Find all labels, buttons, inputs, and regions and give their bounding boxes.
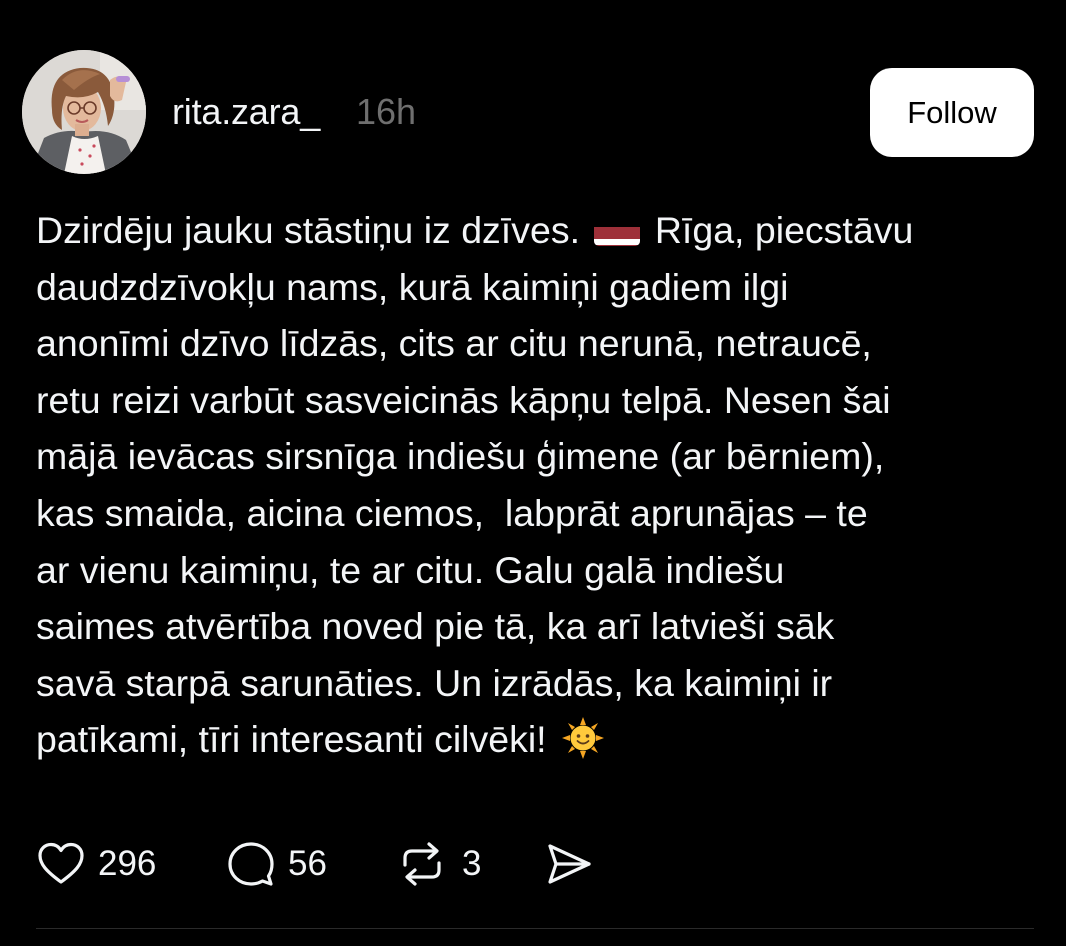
post-text-line: saimes atvērtība noved pie tā, ka arī la… xyxy=(36,605,835,648)
post-divider xyxy=(36,928,1034,929)
post-text-line: mājā ievācas sirsnīga indiešu ģimene (ar… xyxy=(36,435,885,478)
repost-count: 3 xyxy=(462,844,482,883)
repost-button[interactable]: 3 xyxy=(394,836,481,892)
like-button[interactable]: 296 xyxy=(36,836,156,892)
share-button[interactable] xyxy=(544,836,594,892)
post-text-line-11: patīkami, tīri interesanti cilvēki! xyxy=(36,718,547,761)
post-timestamp: 16h xyxy=(356,91,417,132)
reply-button[interactable]: 56 xyxy=(226,836,327,892)
latvia-flag-emoji xyxy=(594,216,641,246)
post-text-line: daudzdzīvokļu nams, kurā kaimiņi gadiem … xyxy=(36,265,789,308)
post-text-line-1a: Dzirdēju jauku stāstiņu iz dzīves. xyxy=(36,209,580,251)
avatar[interactable] xyxy=(22,50,146,174)
post-text-line: anonīmi dzīvo līdzās, cits ar citu nerun… xyxy=(36,322,872,365)
post-text-line: retu reizi varbūt sasveicinās kāpņu telp… xyxy=(36,378,891,421)
flag-icon xyxy=(594,227,641,246)
comment-bubble-icon xyxy=(228,842,274,886)
thread-post: rita.zara_ 16h Follow Dzirdēju jauku stā… xyxy=(0,0,1066,946)
reply-count: 56 xyxy=(288,844,327,883)
post-text-line: savā starpā sarunāties. Un izrādās, ka k… xyxy=(36,661,833,704)
avatar-photo xyxy=(22,50,146,174)
post-text-line: patīkami, tīri interesanti cilvēki! xyxy=(36,711,1036,768)
repost-arrows-icon xyxy=(403,842,441,886)
post-text-line-1b: Rīga, piecstāvu xyxy=(654,209,914,251)
follow-button[interactable]: Follow xyxy=(870,68,1034,157)
post-text: Dzirdēju jauku stāstiņu iz dzīves. Rīga,… xyxy=(36,202,1036,768)
paper-plane-icon xyxy=(548,844,591,884)
post-actions: 296 56 3 xyxy=(36,836,636,892)
like-count: 296 xyxy=(98,844,157,883)
sun-with-face-emoji xyxy=(561,716,605,760)
heart-icon xyxy=(38,842,84,884)
post-text-line: kas smaida, aicina ciemos, labprāt aprun… xyxy=(36,491,868,534)
username[interactable]: rita.zara_ xyxy=(172,90,320,134)
post-text-line: Dzirdēju jauku stāstiņu iz dzīves. Rīga,… xyxy=(36,202,1036,259)
sun-icon xyxy=(562,717,605,760)
post-text-line: ar vienu kaimiņu, te ar citu. Galu galā … xyxy=(36,548,785,591)
